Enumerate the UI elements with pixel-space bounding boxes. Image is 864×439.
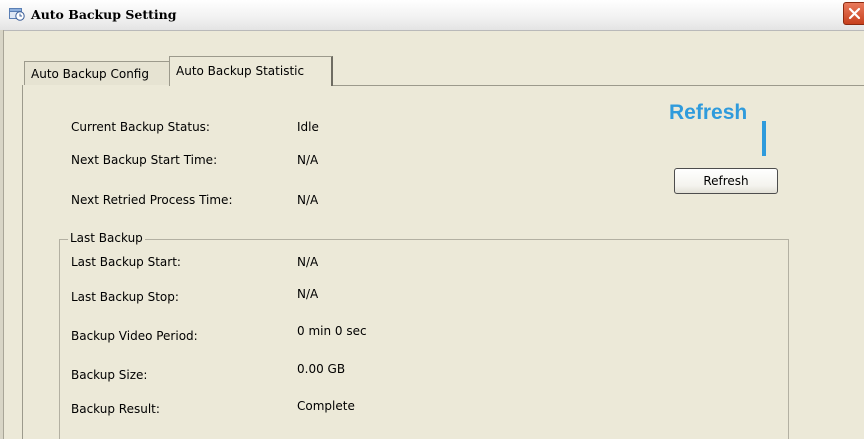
- window-frame-left: [0, 30, 4, 439]
- backup-size-label: Backup Size:: [71, 368, 148, 382]
- next-retried-process-time-value: N/A: [297, 193, 319, 207]
- next-retried-process-time-label: Next Retried Process Time:: [71, 193, 233, 207]
- backup-video-period-label: Backup Video Period:: [71, 329, 198, 343]
- clock-icon: [9, 7, 25, 21]
- close-button[interactable]: [843, 2, 864, 25]
- tab-panel-border: [333, 85, 864, 86]
- last-backup-stop-label: Last Backup Stop:: [71, 290, 179, 304]
- next-backup-start-time-value: N/A: [297, 153, 319, 167]
- tab-auto-backup-statistic[interactable]: Auto Backup Statistic: [169, 56, 333, 86]
- window-title: Auto Backup Setting: [31, 7, 177, 22]
- refresh-button[interactable]: Refresh: [674, 168, 778, 194]
- next-backup-start-time-label: Next Backup Start Time:: [71, 153, 218, 167]
- last-backup-start-label: Last Backup Start:: [71, 255, 181, 269]
- close-icon: [848, 7, 861, 20]
- backup-result-value: Complete: [297, 399, 355, 413]
- tab-panel-border-left: [22, 85, 23, 439]
- current-backup-status-value: Idle: [297, 120, 319, 134]
- last-backup-group-label: Last Backup: [68, 231, 145, 245]
- backup-result-label: Backup Result:: [71, 402, 160, 416]
- current-backup-status-label: Current Backup Status:: [71, 120, 210, 134]
- refresh-callout-pointer: [762, 121, 766, 156]
- backup-video-period-value: 0 min 0 sec: [297, 324, 367, 338]
- refresh-callout-annotation: Refresh: [669, 101, 748, 124]
- title-bar[interactable]: Auto Backup Setting: [0, 0, 864, 31]
- last-backup-stop-value: N/A: [297, 287, 319, 301]
- tab-auto-backup-config[interactable]: Auto Backup Config: [24, 61, 170, 85]
- last-backup-start-value: N/A: [297, 255, 319, 269]
- backup-size-value: 0.00 GB: [297, 362, 346, 376]
- auto-backup-setting-window: Auto Backup Setting Auto Backup Config A…: [0, 0, 864, 439]
